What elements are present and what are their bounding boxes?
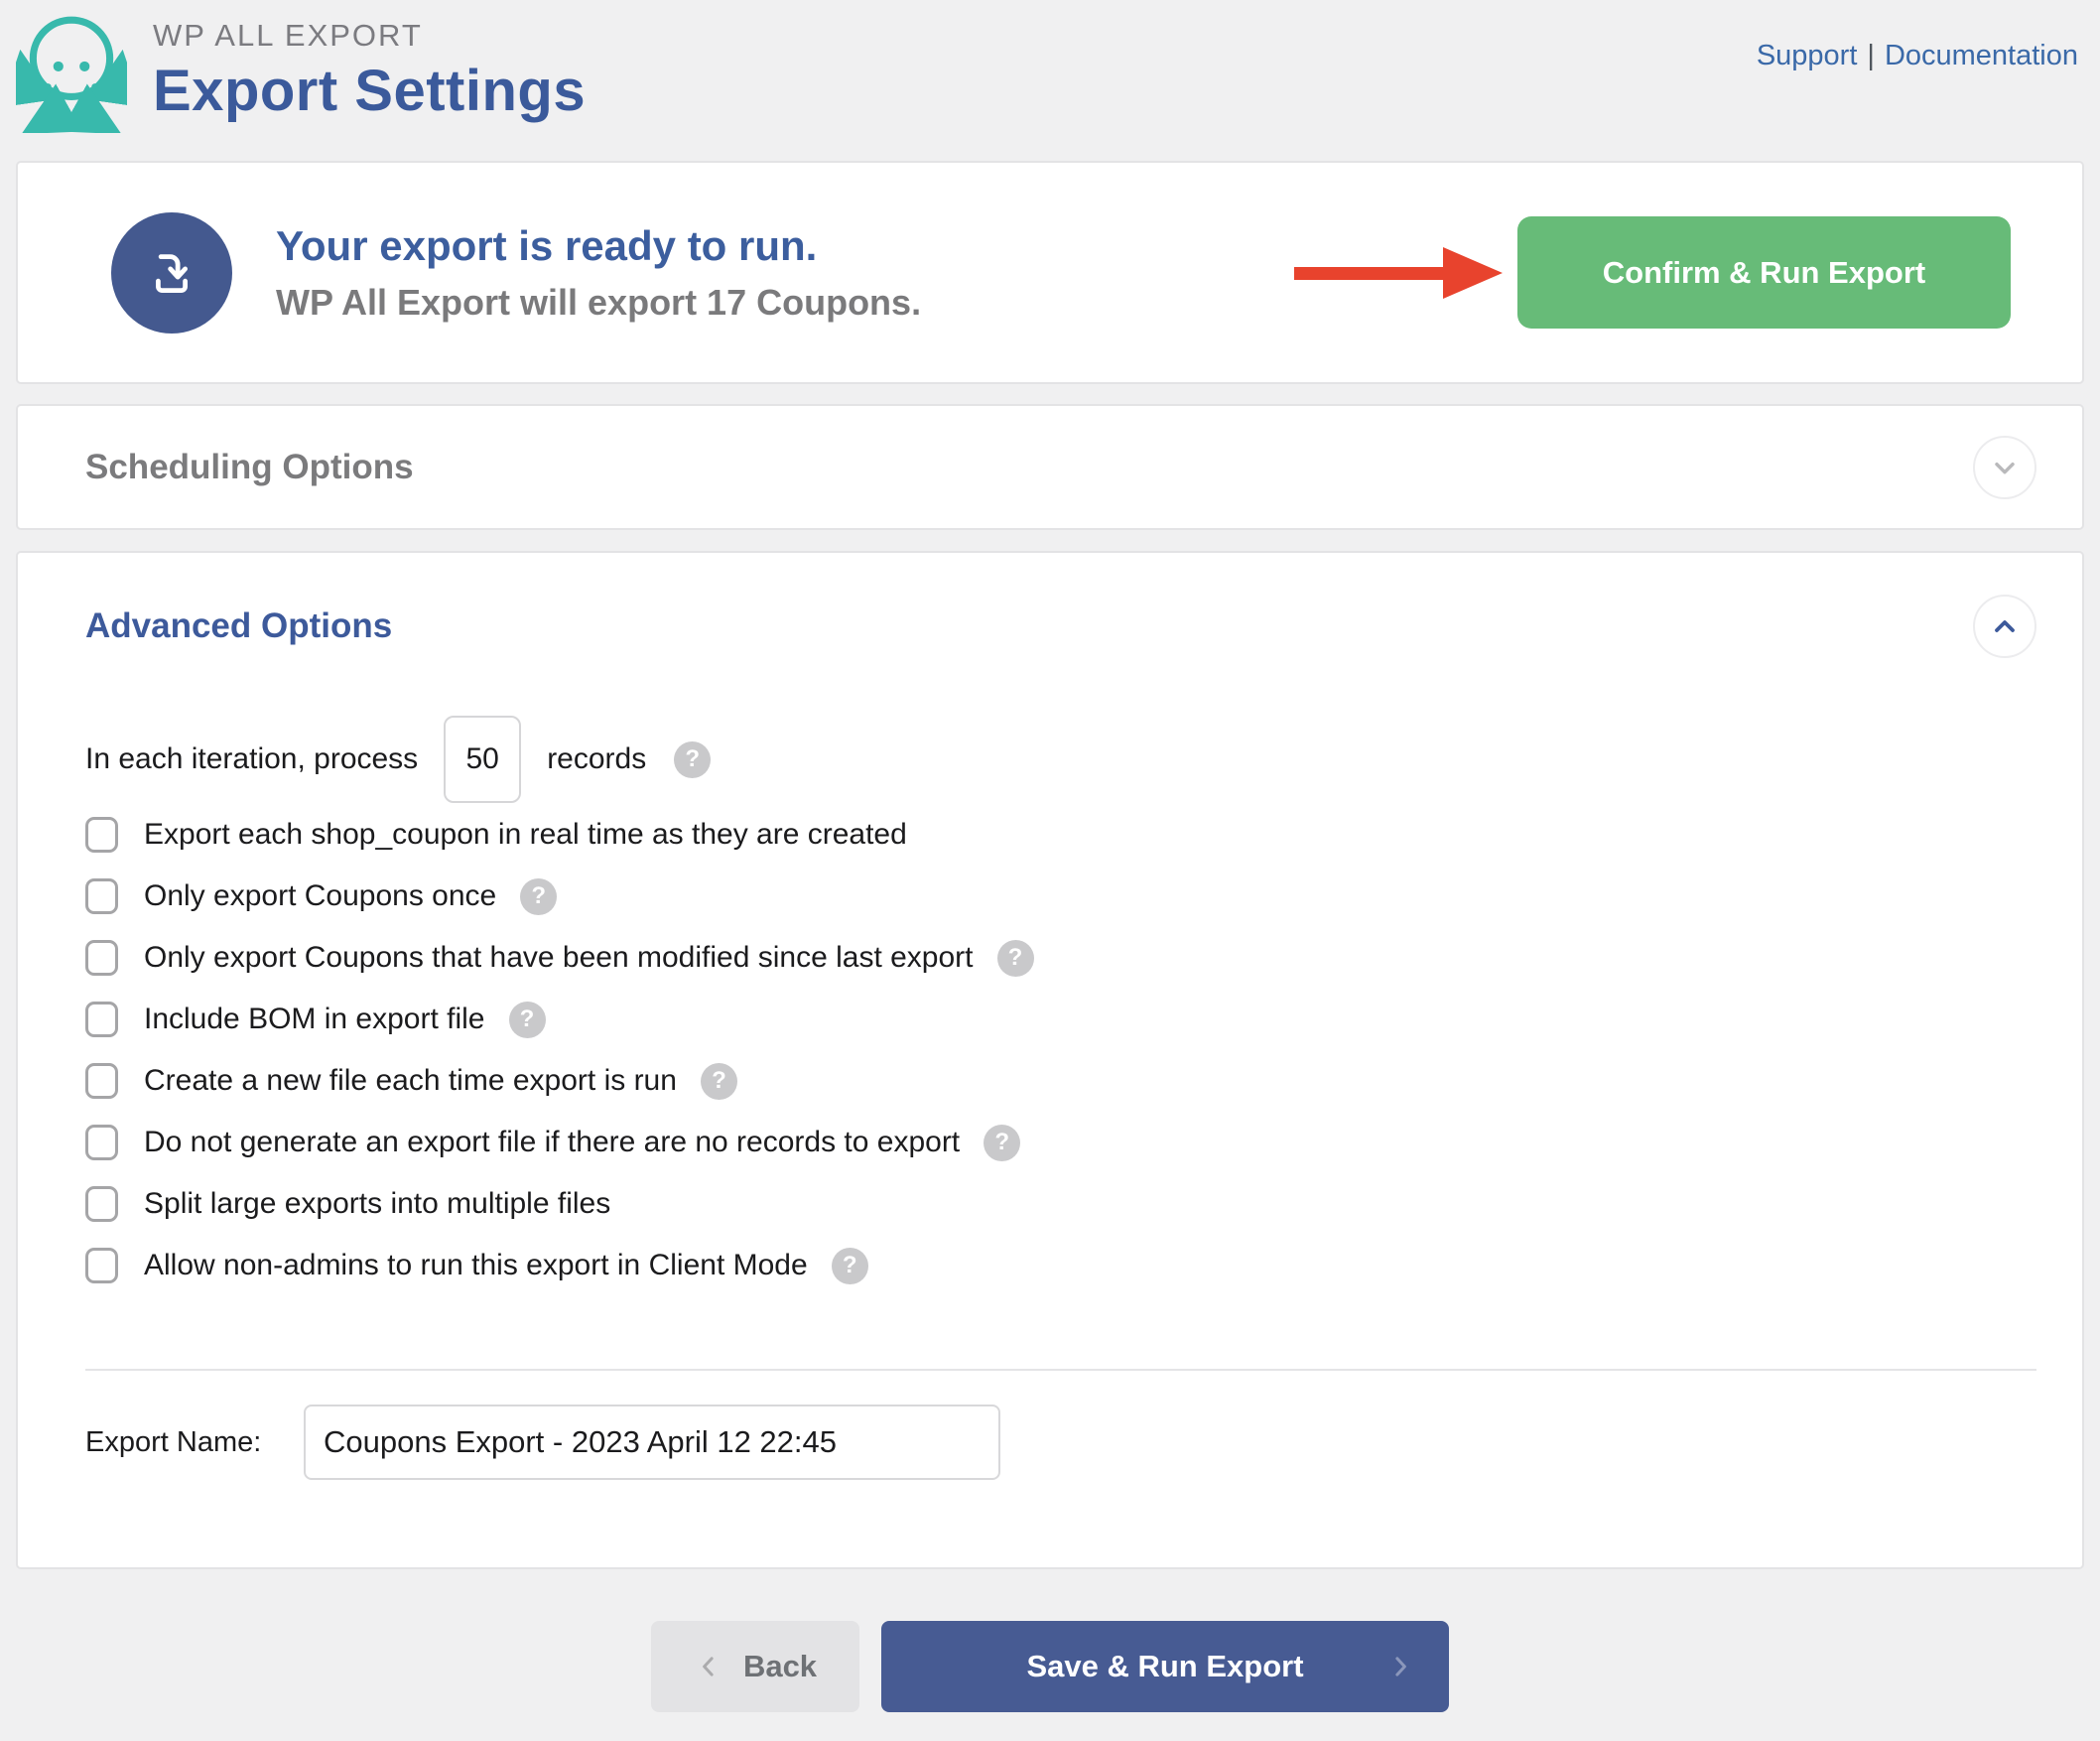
checkbox-label: Include BOM in export file — [144, 1003, 485, 1036]
checkbox-label: Only export Coupons once — [144, 879, 496, 913]
export-name-row: Export Name: — [85, 1405, 2082, 1480]
help-icon[interactable]: ? — [997, 940, 1034, 977]
back-button[interactable]: Back — [651, 1621, 859, 1712]
option-checkbox[interactable] — [85, 1063, 118, 1099]
checkbox-label: Only export Coupons that have been modif… — [144, 941, 974, 975]
annotation-arrow — [1294, 242, 1508, 304]
advanced-options-title: Advanced Options — [85, 606, 392, 646]
advanced-option-row[interactable]: Allow non-admins to run this export in C… — [85, 1248, 2082, 1283]
advanced-option-row[interactable]: Do not generate an export file if there … — [85, 1125, 2082, 1160]
export-name-input[interactable] — [304, 1405, 1000, 1480]
links-separator: | — [1867, 40, 1875, 71]
back-button-label: Back — [743, 1649, 817, 1684]
chevron-down-icon[interactable] — [1973, 436, 2036, 499]
checkbox-label: Allow non-admins to run this export in C… — [144, 1249, 808, 1282]
iteration-records-input[interactable] — [444, 716, 521, 803]
save-button-label: Save & Run Export — [1026, 1649, 1303, 1684]
brand-name: WP ALL EXPORT — [153, 18, 586, 54]
octopus-logo-icon — [16, 12, 127, 133]
option-checkbox[interactable] — [85, 1002, 118, 1037]
download-icon — [111, 212, 232, 334]
advanced-option-row[interactable]: Split large exports into multiple files — [85, 1186, 2082, 1222]
export-ready-banner: Your export is ready to run. WP All Expo… — [16, 161, 2084, 384]
option-checkbox[interactable] — [85, 817, 118, 853]
documentation-link[interactable]: Documentation — [1885, 40, 2078, 71]
chevron-right-icon — [1385, 1652, 1415, 1681]
export-name-label: Export Name: — [85, 1426, 282, 1459]
scheduling-options-panel: Scheduling Options — [16, 404, 2084, 530]
advanced-option-row[interactable]: Include BOM in export file ? — [85, 1002, 2082, 1037]
option-checkbox[interactable] — [85, 1248, 118, 1283]
help-icon[interactable]: ? — [509, 1002, 546, 1038]
checkbox-label: Split large exports into multiple files — [144, 1187, 610, 1221]
export-settings-page: WP ALL EXPORT Export Settings Support | Do… — [0, 0, 2100, 1741]
advanced-option-row[interactable]: Export each shop_coupon in real time as … — [85, 817, 2082, 853]
advanced-option-row[interactable]: Only export Coupons once ? — [85, 878, 2082, 914]
save-run-export-button[interactable]: Save & Run Export — [881, 1621, 1449, 1712]
help-icon[interactable]: ? — [984, 1125, 1020, 1161]
option-checkbox[interactable] — [85, 1186, 118, 1222]
chevron-left-icon — [694, 1652, 723, 1681]
page-title: Export Settings — [153, 58, 586, 124]
option-checkbox[interactable] — [85, 878, 118, 914]
confirm-run-export-button[interactable]: Confirm & Run Export — [1517, 216, 2011, 329]
banner-texts: Your export is ready to run. WP All Expo… — [276, 222, 921, 324]
option-checkbox[interactable] — [85, 940, 118, 976]
iteration-suffix-label: records — [547, 742, 646, 776]
footer-actions: Back Save & Run Export — [0, 1621, 2100, 1712]
advanced-option-row[interactable]: Create a new file each time export is ru… — [85, 1063, 2082, 1099]
advanced-options-header: Advanced Options — [18, 553, 2082, 658]
support-link[interactable]: Support — [1757, 40, 1858, 71]
help-icon[interactable]: ? — [520, 878, 557, 915]
chevron-up-icon[interactable] — [1973, 595, 2036, 658]
iteration-row: In each iteration, process records ? — [85, 716, 2082, 803]
checkbox-label: Create a new file each time export is ru… — [144, 1064, 677, 1098]
banner-title: Your export is ready to run. — [276, 222, 921, 270]
iteration-prefix-label: In each iteration, process — [85, 742, 418, 776]
help-icon[interactable]: ? — [832, 1248, 868, 1284]
banner-right: Confirm & Run Export — [1294, 216, 2011, 329]
scheduling-options-title: Scheduling Options — [85, 448, 414, 487]
header: WP ALL EXPORT Export Settings Support | Do… — [0, 0, 2100, 161]
checkbox-label: Do not generate an export file if there … — [144, 1126, 960, 1159]
help-icon[interactable]: ? — [674, 741, 711, 778]
header-links: Support | Documentation — [1757, 40, 2078, 72]
brand-block: WP ALL EXPORT Export Settings — [153, 12, 586, 124]
advanced-checkbox-list: Export each shop_coupon in real time as … — [85, 817, 2082, 1283]
help-icon[interactable]: ? — [701, 1063, 737, 1100]
section-divider — [85, 1369, 2036, 1371]
banner-subtitle: WP All Export will export 17 Coupons. — [276, 282, 921, 324]
checkbox-label: Export each shop_coupon in real time as … — [144, 818, 907, 852]
option-checkbox[interactable] — [85, 1125, 118, 1160]
advanced-option-row[interactable]: Only export Coupons that have been modif… — [85, 940, 2082, 976]
advanced-options-panel: Advanced Options In each iteration, proc… — [16, 551, 2084, 1569]
